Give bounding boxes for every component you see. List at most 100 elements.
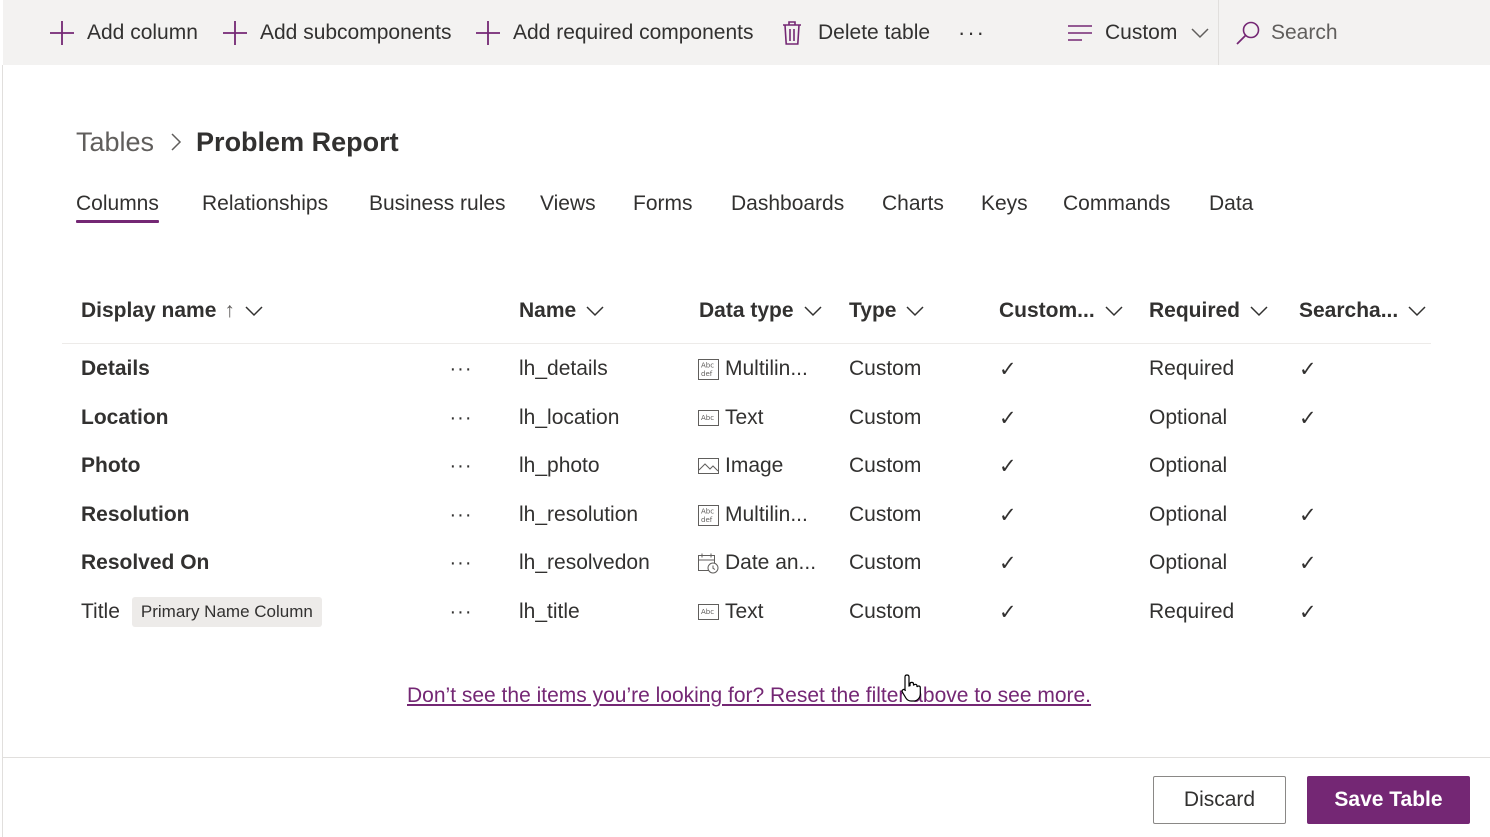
table-row[interactable]: Resolved On ··· lh_resolvedon Date an...… (62, 539, 1431, 587)
chevron-down-icon (245, 306, 263, 317)
column-header-type[interactable]: Type (849, 295, 924, 327)
sort-ascending-icon: ↑ (224, 299, 235, 322)
customizable-check-icon: ✓ (999, 600, 1017, 624)
row-name: lh_location (519, 406, 620, 429)
row-required: Optional (1149, 551, 1228, 574)
hand-cursor-icon (901, 674, 921, 702)
searchable-check-icon: ✓ (1299, 600, 1317, 624)
row-required: Optional (1149, 406, 1228, 429)
table-row[interactable]: Details ··· lh_details Abc def Multilin..… (62, 345, 1431, 393)
content-left-border (2, 65, 3, 837)
tab-dashboards[interactable]: Dashboards (731, 192, 844, 222)
breadcrumb: Tables Problem Report (76, 122, 399, 162)
row-type: Custom (849, 406, 922, 429)
command-bar-divider (1218, 0, 1219, 65)
row-name: lh_photo (519, 454, 600, 477)
customizable-check-icon: ✓ (999, 454, 1017, 478)
search-box[interactable] (1235, 0, 1485, 65)
add-subcomponents-label: Add subcomponents (260, 20, 452, 44)
view-selector-label: Custom (1105, 20, 1178, 44)
tab-charts[interactable]: Charts (882, 192, 944, 222)
row-display-name[interactable]: Resolution (81, 491, 190, 539)
row-data-type: Abc def Multilin... (698, 345, 808, 393)
customizable-check-icon: ✓ (999, 357, 1017, 381)
customizable-check-icon: ✓ (999, 551, 1017, 575)
row-data-type-label: Text (725, 600, 764, 623)
add-required-components-button[interactable]: Add required components (475, 0, 754, 65)
row-more-button[interactable]: ··· (446, 345, 476, 393)
row-display-name[interactable]: Photo (81, 442, 140, 490)
row-more-button[interactable]: ··· (446, 394, 476, 442)
row-display-name[interactable]: Details (81, 345, 150, 393)
svg-text:Abc: Abc (701, 507, 714, 515)
tab-forms[interactable]: Forms (633, 192, 693, 222)
tab-commands[interactable]: Commands (1063, 192, 1170, 222)
row-display-name[interactable]: Resolved On (81, 539, 209, 587)
table-row[interactable]: Resolution ··· lh_resolution Abc def Mult… (62, 491, 1431, 539)
chevron-down-icon (1250, 306, 1268, 317)
text-icon: Abc (698, 604, 719, 620)
row-data-type: Abc def Multilin... (698, 491, 808, 539)
footer-divider (3, 757, 1490, 758)
column-header-name-label: Name (519, 299, 577, 322)
more-icon: ··· (958, 19, 986, 45)
searchable-check-icon: ✓ (1299, 551, 1317, 575)
table-header-divider (62, 343, 1431, 344)
row-more-button[interactable]: ··· (446, 539, 476, 587)
search-input[interactable] (1271, 20, 1471, 45)
discard-button[interactable]: Discard (1153, 776, 1286, 824)
column-header-searchable[interactable]: Searcha... (1299, 295, 1426, 327)
add-column-button[interactable]: Add column (49, 0, 198, 65)
tab-views[interactable]: Views (540, 192, 596, 222)
multiline-text-icon: Abcdef (698, 358, 719, 380)
column-header-display-name[interactable]: Display name ↑ (81, 295, 263, 327)
chevron-down-icon (586, 306, 604, 317)
chevron-down-icon (804, 306, 822, 317)
chevron-down-icon (1191, 27, 1209, 38)
view-selector-dropdown[interactable]: Custom (1067, 0, 1209, 65)
row-type: Custom (849, 357, 922, 380)
column-header-customizable[interactable]: Custom... (999, 295, 1123, 327)
row-name: lh_resolvedon (519, 551, 650, 574)
row-display-name: Title (81, 600, 120, 623)
plus-icon (476, 20, 500, 45)
tab-business-rules[interactable]: Business rules (369, 192, 506, 222)
searchable-check-icon: ✓ (1299, 503, 1317, 527)
svg-text:Abc: Abc (701, 361, 714, 369)
reset-filter-link[interactable]: Don’t see the items you’re looking for? … (407, 684, 1091, 708)
add-subcomponents-button[interactable]: Add subcomponents (222, 0, 451, 65)
tab-columns[interactable]: Columns (76, 192, 159, 223)
row-more-button[interactable]: ··· (446, 442, 476, 490)
date-time-icon (698, 553, 719, 573)
delete-table-button[interactable]: Delete table (781, 0, 930, 65)
tab-data[interactable]: Data (1209, 192, 1253, 222)
column-header-display-name-label: Display name (81, 299, 217, 322)
column-header-data-type[interactable]: Data type (699, 295, 822, 327)
tab-keys[interactable]: Keys (981, 192, 1028, 222)
tab-relationships[interactable]: Relationships (202, 192, 328, 222)
row-more-button[interactable]: ··· (446, 588, 476, 636)
save-table-button[interactable]: Save Table (1307, 776, 1470, 824)
row-display-name[interactable]: Location (81, 394, 169, 442)
row-data-type-label: Date an... (725, 551, 817, 574)
searchable-check-icon: ✓ (1299, 357, 1317, 381)
image-icon (698, 458, 719, 474)
table-row[interactable]: Title Primary Name Column ··· lh_title A… (62, 588, 1431, 636)
breadcrumb-tables-link[interactable]: Tables (76, 127, 154, 158)
page-title: Problem Report (196, 126, 399, 157)
more-commands-button[interactable]: ··· (958, 0, 986, 65)
row-more-button[interactable]: ··· (446, 491, 476, 539)
table-row[interactable]: Photo ··· lh_photo Image Custom ✓ Option… (62, 442, 1431, 490)
column-header-name[interactable]: Name (519, 295, 604, 327)
svg-text:Abc: Abc (701, 414, 714, 422)
row-name: lh_title (519, 600, 580, 623)
row-data-type: Abc Text (698, 588, 764, 636)
column-header-required[interactable]: Required (1149, 295, 1268, 327)
svg-text:def: def (701, 370, 713, 378)
table-row[interactable]: Location ··· lh_location Abc Text Custom… (62, 394, 1431, 442)
row-display-name-cell[interactable]: Title Primary Name Column (81, 588, 322, 636)
column-header-customizable-label: Custom... (999, 299, 1095, 322)
plus-icon (223, 20, 247, 45)
lines-icon (1068, 24, 1092, 41)
row-data-type: Date an... (698, 539, 816, 587)
